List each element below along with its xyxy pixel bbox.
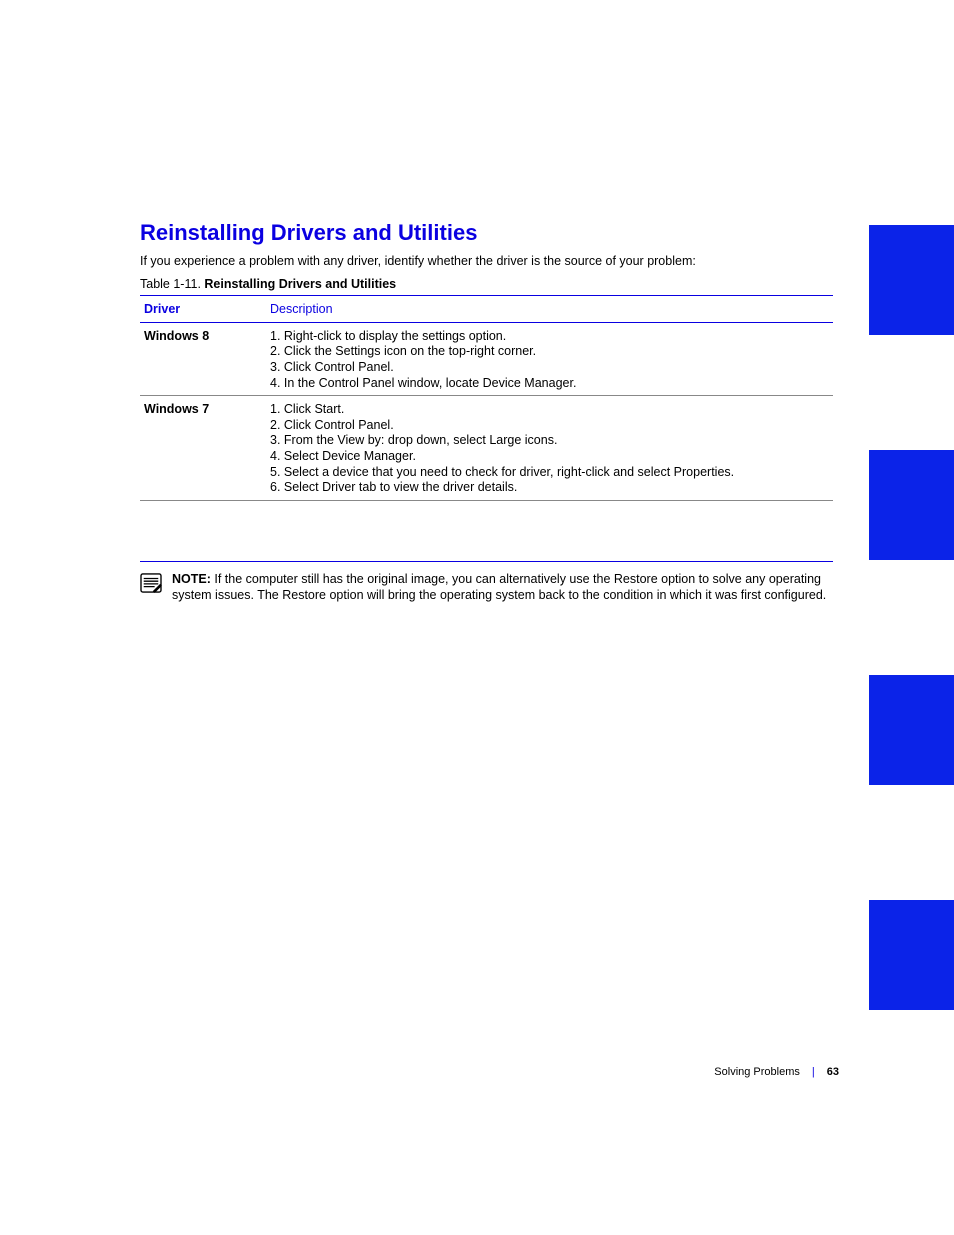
side-tab (869, 225, 954, 335)
step-line: 3. From the View by: drop down, select L… (270, 433, 833, 449)
table-header-col1: Driver (140, 302, 270, 318)
table-header-row: Driver Description (140, 296, 833, 322)
footer-title: Solving Problems (714, 1066, 800, 1078)
side-tab (869, 450, 954, 560)
step-line: 4. Select Device Manager. (270, 449, 833, 465)
table-row: Windows 7 1. Click Start. 2. Click Contr… (140, 396, 833, 500)
step-line: 6. Select Driver tab to view the driver … (270, 480, 833, 496)
step-line: 1. Click Start. (270, 402, 833, 418)
note-text: NOTE: If the computer still has the orig… (172, 572, 833, 603)
page-footer: Solving Problems | 63 (714, 1066, 839, 1078)
step-line: 3. Click Control Panel. (270, 360, 833, 376)
table-row-steps (270, 507, 833, 555)
step-line: 5. Select a device that you need to chec… (270, 465, 833, 481)
note-body: If the computer still has the original i… (172, 572, 826, 602)
step-line: 2. Click Control Panel. (270, 418, 833, 434)
step-line: 4. In the Control Panel window, locate D… (270, 376, 833, 392)
table-header-col2: Description (270, 302, 833, 318)
section-title: Reinstalling Drivers and Utilities (140, 220, 833, 246)
side-tab (869, 900, 954, 1010)
step-line: 2. Click the Settings icon on the top-ri… (270, 344, 833, 360)
blank-cell (270, 507, 833, 555)
table-row (140, 501, 833, 561)
table-row-steps: 1. Right-click to display the settings o… (270, 329, 833, 392)
section-intro: If you experience a problem with any dri… (140, 254, 833, 269)
note-block: NOTE: If the computer still has the orig… (140, 572, 833, 603)
page-content: Reinstalling Drivers and Utilities If yo… (140, 220, 833, 603)
footer-divider: | (812, 1066, 815, 1078)
table-caption-text: Reinstalling Drivers and Utilities (204, 277, 396, 291)
driver-table: Table 1-11. Reinstalling Drivers and Uti… (140, 277, 833, 562)
table-bottom-rule (140, 561, 833, 562)
table-row-os: Windows 7 (140, 402, 270, 496)
side-tab (869, 675, 954, 785)
table-row: Windows 8 1. Right-click to display the … (140, 323, 833, 396)
table-row-steps: 1. Click Start. 2. Click Control Panel. … (270, 402, 833, 496)
note-icon (140, 573, 162, 593)
note-label: NOTE: (172, 572, 211, 586)
table-row-os (140, 507, 270, 555)
footer-page: 63 (827, 1066, 839, 1078)
table-row-os: Windows 8 (140, 329, 270, 392)
table-caption-label: Table 1-11. (140, 277, 201, 291)
step-line: 1. Right-click to display the settings o… (270, 329, 833, 345)
table-caption: Table 1-11. Reinstalling Drivers and Uti… (140, 277, 833, 291)
